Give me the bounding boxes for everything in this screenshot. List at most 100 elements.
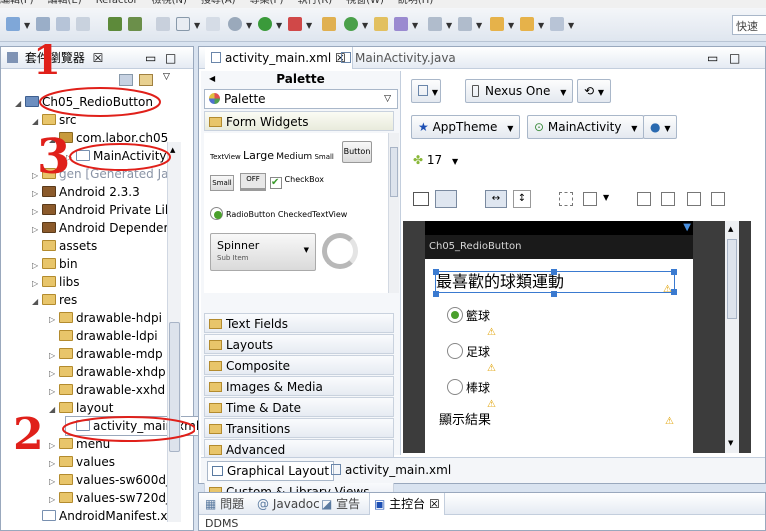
configuration-chooser[interactable]: ▼ bbox=[411, 79, 441, 103]
widget-small-button[interactable]: Small bbox=[210, 175, 234, 191]
textview-widgets[interactable]: TextView Large Medium Small bbox=[210, 149, 334, 162]
android-sdk-icon[interactable] bbox=[108, 17, 122, 31]
scroll-up-icon[interactable]: ▲ bbox=[728, 225, 733, 233]
print-icon[interactable] bbox=[76, 17, 90, 31]
menu-item[interactable]: 編輯(E) bbox=[48, 0, 82, 6]
minimize-icon[interactable]: ▭ bbox=[707, 47, 718, 69]
orientation-selector[interactable]: ⟲ ▼ bbox=[577, 79, 612, 103]
widget-checkbox[interactable]: ✔ CheckBox bbox=[270, 175, 324, 189]
canvas-vertical-scrollbar[interactable]: ▲ ▼ bbox=[725, 221, 739, 453]
chevron-down-icon[interactable]: ▽ bbox=[384, 90, 391, 108]
palette-category[interactable]: Advanced bbox=[204, 439, 394, 459]
menu-item[interactable]: 編輯(F) bbox=[0, 0, 34, 6]
chevron-down-icon[interactable]: ▼ bbox=[538, 21, 544, 30]
clear-weights-icon[interactable] bbox=[661, 192, 675, 206]
new-package-icon[interactable] bbox=[322, 17, 336, 31]
margins-icon[interactable] bbox=[559, 192, 573, 206]
chevron-down-icon[interactable]: ▼ bbox=[476, 21, 482, 30]
canvas-scrollbar-thumb[interactable] bbox=[727, 239, 737, 319]
theme-selector[interactable]: ★ AppTheme ▼ bbox=[411, 115, 521, 139]
menu-item[interactable]: 專案(P) bbox=[250, 0, 284, 6]
palette-category[interactable]: Composite bbox=[204, 355, 394, 375]
back-icon[interactable] bbox=[520, 17, 534, 31]
avd-manager-icon[interactable] bbox=[128, 17, 142, 31]
lint-icon[interactable] bbox=[156, 17, 170, 31]
menu-item[interactable]: 搜尋(A) bbox=[201, 0, 236, 6]
last-edit-icon[interactable] bbox=[490, 17, 504, 31]
selection-handle[interactable] bbox=[551, 291, 557, 297]
tab-mainactivity-java[interactable]: MainActivity.java bbox=[341, 47, 456, 69]
widget-toggle-button[interactable]: OFF bbox=[240, 173, 266, 191]
api-level-selector[interactable]: ✤ 17 ▼ bbox=[413, 153, 458, 167]
menu-item[interactable]: 視窗(W) bbox=[346, 0, 384, 6]
layout-icon[interactable] bbox=[206, 17, 220, 31]
widget-medium-text[interactable]: Medium bbox=[276, 152, 312, 162]
palette-category[interactable]: Text Fields bbox=[204, 313, 394, 333]
chevron-down-icon[interactable]: ▼ bbox=[194, 21, 200, 30]
maximize-icon[interactable]: □ bbox=[729, 47, 740, 69]
menu-item[interactable]: 檢視(N) bbox=[152, 0, 187, 6]
palette-scrollbar[interactable] bbox=[388, 133, 399, 293]
palette-dropdown[interactable]: Palette ▽ bbox=[204, 89, 398, 109]
locale-selector[interactable]: ● ▼ bbox=[643, 115, 678, 139]
tab-graphical-layout[interactable]: Graphical Layout bbox=[207, 461, 335, 481]
selection-handle[interactable] bbox=[551, 269, 557, 275]
chevron-down-icon[interactable]: ▼ bbox=[603, 193, 609, 202]
widget-checked-textview[interactable]: CheckedTextView bbox=[278, 210, 348, 219]
palette-category-form-widgets[interactable]: Form Widgets bbox=[204, 111, 394, 131]
chevron-down-icon[interactable]: ▼ bbox=[306, 21, 312, 30]
palette-category[interactable]: Transitions bbox=[204, 418, 394, 438]
chevron-down-icon[interactable]: ▼ bbox=[24, 21, 30, 30]
annotation-next-icon[interactable] bbox=[428, 17, 442, 31]
tab-console[interactable]: ▣ 主控台 ☒ bbox=[369, 493, 445, 515]
quick-access-input[interactable]: 快速 bbox=[732, 15, 766, 35]
preview-radio-baseball[interactable]: 棒球 bbox=[447, 379, 490, 396]
activity-selector[interactable]: ⊙ MainActivity ▼ bbox=[527, 115, 645, 139]
widget-textview[interactable]: TextView bbox=[210, 153, 241, 161]
menu-item[interactable]: 執行(R) bbox=[297, 0, 332, 6]
debug-icon[interactable] bbox=[228, 17, 242, 31]
widget-small-text[interactable]: Small bbox=[314, 153, 333, 161]
widget-button[interactable]: Button bbox=[342, 141, 372, 163]
save-icon[interactable] bbox=[36, 17, 50, 31]
device-selector[interactable]: Nexus One ▼ bbox=[465, 79, 574, 103]
new-class-icon[interactable] bbox=[344, 17, 358, 31]
tab-problems[interactable]: ▦ 問題 bbox=[205, 493, 244, 515]
widget-radiobutton[interactable]: RadioButton CheckedTextView bbox=[210, 207, 347, 220]
chevron-down-icon[interactable]: ▼ bbox=[412, 21, 418, 30]
widget-large-text[interactable]: Large bbox=[243, 149, 274, 162]
preview-radio-soccer[interactable]: 足球 bbox=[447, 343, 490, 360]
zoom-icon[interactable] bbox=[687, 192, 701, 206]
chevron-down-icon[interactable]: ▼ bbox=[246, 21, 252, 30]
annotation-prev-icon[interactable] bbox=[458, 17, 472, 31]
chevron-left-icon[interactable]: ◀ bbox=[209, 71, 215, 87]
layout-vertical-icon[interactable] bbox=[435, 190, 457, 208]
fill-height-icon[interactable]: ↕ bbox=[513, 190, 531, 208]
fill-width-icon[interactable]: ↔ bbox=[485, 190, 507, 208]
preview-radio-basketball[interactable]: 籃球 bbox=[447, 307, 490, 324]
preview-result-text[interactable]: 顯示結果 bbox=[439, 409, 491, 428]
chevron-down-icon[interactable]: ▼ bbox=[508, 21, 514, 30]
close-icon[interactable]: ☒ bbox=[429, 497, 440, 511]
search-icon[interactable] bbox=[394, 17, 408, 31]
tab-xml-source[interactable]: activity_main.xml bbox=[327, 461, 455, 481]
zoom-fit-icon[interactable] bbox=[711, 192, 725, 206]
checkbox-icon[interactable] bbox=[176, 17, 190, 31]
chevron-down-icon[interactable]: ▼ bbox=[362, 21, 368, 30]
tab-activity-main-xml[interactable]: activity_main.xml ☒ bbox=[205, 47, 353, 69]
menu-item[interactable]: 說明(H) bbox=[398, 0, 433, 6]
selection-handle[interactable] bbox=[433, 291, 439, 297]
gravity-icon[interactable] bbox=[583, 192, 597, 206]
palette-category[interactable]: Time & Date bbox=[204, 397, 394, 417]
run-icon[interactable] bbox=[258, 17, 272, 31]
widget-spinner[interactable]: Spinner Sub Item ▼ bbox=[210, 233, 316, 271]
chevron-down-icon[interactable]: ▼ bbox=[276, 21, 282, 30]
tab-declaration[interactable]: ◪ 宣告 bbox=[321, 493, 360, 515]
palette-category[interactable]: Layouts bbox=[204, 334, 394, 354]
palette-category[interactable]: Images & Media bbox=[204, 376, 394, 396]
external-tools-icon[interactable] bbox=[288, 17, 302, 31]
chevron-down-icon[interactable]: ▼ bbox=[446, 21, 452, 30]
tab-javadoc[interactable]: @ Javadoc bbox=[257, 493, 320, 515]
selection-handle[interactable] bbox=[671, 269, 677, 275]
layout-horizontal-icon[interactable] bbox=[413, 192, 429, 206]
